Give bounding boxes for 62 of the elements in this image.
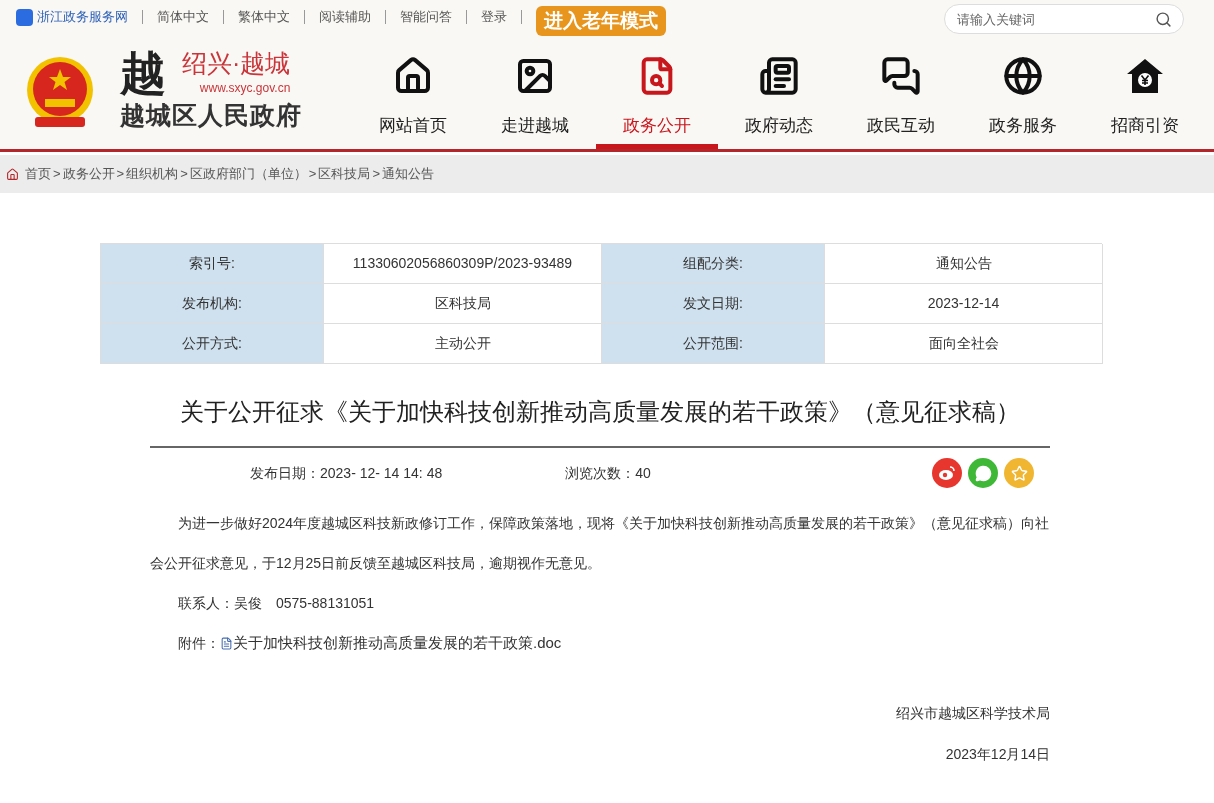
contact-line: 联系人：吴俊 0575-88131051 bbox=[177, 594, 376, 613]
info-value-cell: 区科技局 bbox=[324, 284, 602, 324]
chat-bubbles-icon bbox=[881, 56, 921, 96]
nav-item[interactable]: 招商引资 bbox=[1084, 52, 1206, 149]
info-value-cell: 主动公开 bbox=[324, 324, 602, 364]
newspaper-icon bbox=[759, 56, 799, 96]
info-label-cell: 公开方式: bbox=[101, 324, 324, 364]
top-link[interactable]: 简体中文 bbox=[157, 7, 209, 27]
nav-item[interactable]: 政民互动 bbox=[840, 52, 962, 149]
article-title: 关于公开征求《关于加快科技创新推动高质量发展的若干政策》（意见征求稿） bbox=[150, 394, 1050, 448]
top-link[interactable]: 登录 bbox=[481, 7, 507, 27]
search-icon[interactable] bbox=[1155, 11, 1172, 28]
nav-item[interactable]: 政务服务 bbox=[962, 52, 1084, 149]
document-icon bbox=[220, 636, 233, 650]
signature-date: 2023年12月14日 bbox=[945, 745, 1050, 764]
search-field[interactable]: 请输入关键词 bbox=[944, 4, 1184, 34]
logo-url: www.sxyc.gov.cn bbox=[199, 80, 291, 98]
logo-title: 越城区人民政府 bbox=[120, 100, 303, 132]
info-label-cell: 公开范围: bbox=[602, 324, 825, 364]
nav-item[interactable]: 政务公开 bbox=[596, 52, 718, 149]
logo-city: 绍兴·越城 bbox=[182, 48, 291, 80]
article-paragraph: 为进一步做好2024年度越城区科技新政修订工作，保障政策落地，现将《关于加快科技创新推动高质量发展的若干政策》（意见征求稿）向社会公开征求意见，于12月25日前反馈至越城区科技局，逾期视作无意见。 bbox=[150, 514, 1050, 573]
top-link[interactable]: 智能问答 bbox=[400, 7, 452, 27]
info-label-cell: 索引号: bbox=[101, 244, 324, 284]
info-label-cell: 发文日期: bbox=[602, 284, 825, 324]
breadcrumb-link[interactable]: 组织机构 bbox=[126, 164, 179, 184]
breadcrumb-separator: > bbox=[308, 165, 317, 184]
nav-item[interactable]: 网站首页 bbox=[352, 52, 474, 149]
emblem-icon bbox=[25, 54, 95, 129]
info-value-cell: 面向全社会 bbox=[825, 324, 1103, 364]
breadcrumb-separator: > bbox=[53, 165, 61, 184]
nav-item[interactable]: 走进越城 bbox=[474, 52, 596, 149]
breadcrumb-link[interactable]: 政务公开 bbox=[62, 164, 115, 184]
info-label-cell: 发布机构: bbox=[101, 284, 324, 324]
home-icon bbox=[393, 56, 433, 96]
breadcrumb-link[interactable]: 通知公告 bbox=[381, 164, 434, 184]
nav-item[interactable]: 政府动态 bbox=[718, 52, 840, 149]
breadcrumb-separator: > bbox=[116, 165, 125, 184]
picture-icon bbox=[515, 56, 555, 96]
weibo-share-icon[interactable] bbox=[932, 458, 962, 488]
breadcrumb-separator: > bbox=[372, 165, 380, 184]
view-count: 浏览次数：40 bbox=[565, 463, 651, 483]
info-value-cell: 2023-12-14 bbox=[825, 284, 1103, 324]
publish-date: 发布日期：2023- 12- 14 14: 48 bbox=[250, 463, 443, 483]
breadcrumb-separator: > bbox=[180, 165, 188, 184]
attachment-link[interactable]: 关于加快科技创新推动高质量发展的若干政策.doc bbox=[233, 623, 562, 663]
signature-org: 绍兴市越城区科学技术局 bbox=[896, 704, 1050, 723]
globe-icon bbox=[1003, 56, 1043, 96]
house-yen-icon bbox=[1125, 56, 1165, 96]
service-link[interactable]: 浙江政务服务网 bbox=[37, 7, 128, 27]
breadcrumb-link[interactable]: 区科技局 bbox=[318, 164, 371, 184]
wechat-share-icon[interactable] bbox=[968, 458, 998, 488]
logo-mark: 越 bbox=[120, 49, 166, 96]
breadcrumb-link[interactable]: 首页 bbox=[25, 164, 51, 184]
info-value-cell: 通知公告 bbox=[825, 244, 1103, 284]
info-value-cell: 11330602056860309P/2023-93489 bbox=[324, 244, 602, 284]
home-icon bbox=[6, 167, 19, 181]
top-link[interactable]: 繁体中文 bbox=[238, 7, 290, 27]
info-label-cell: 组配分类: bbox=[602, 244, 825, 284]
attachment-label: 附件： bbox=[178, 634, 220, 653]
breadcrumb-link[interactable]: 区政府部门（单位） bbox=[189, 164, 307, 184]
top-link[interactable]: 阅读辅助 bbox=[319, 7, 371, 27]
